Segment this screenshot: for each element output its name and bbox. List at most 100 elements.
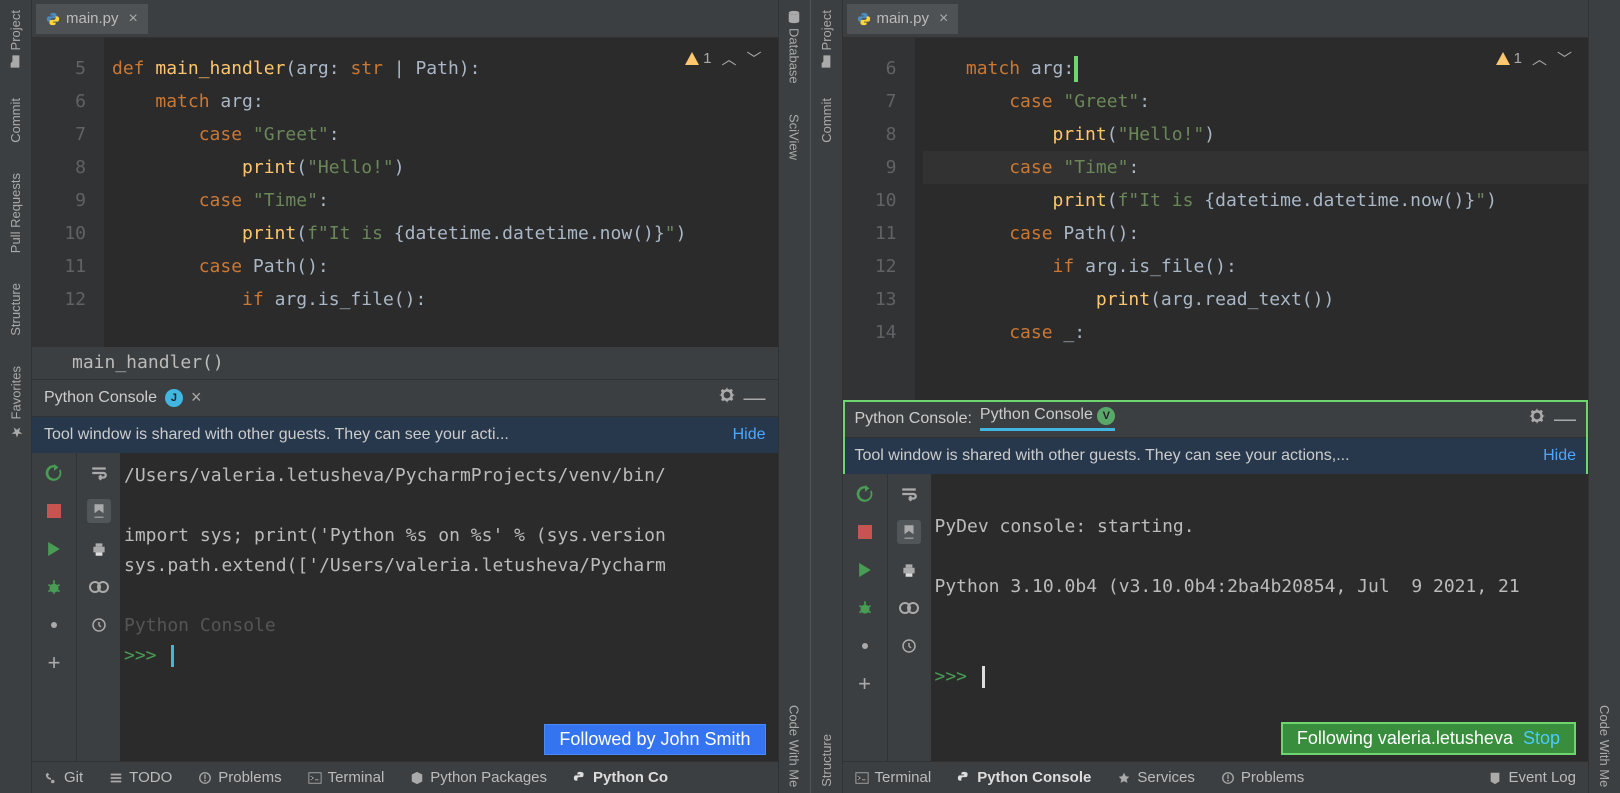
history-icon[interactable] [87,613,111,637]
code-area[interactable]: match arg: case "Greet": print("Hello!")… [915,38,1589,400]
tab-main-py[interactable]: main.py × [36,4,148,34]
gear-icon[interactable] [1528,407,1546,430]
commit-tool[interactable]: Commit [8,92,23,149]
code-area[interactable]: def main_handler(arg: str | Path): match… [104,38,778,347]
console-output[interactable]: PyDev console: starting. Python 3.10.0b4… [931,474,1589,762]
warnings-indicator[interactable]: 1 [684,50,711,67]
right-tool-rail: Code With Me [1588,0,1620,793]
python-icon [46,12,60,26]
next-highlight-icon[interactable]: ﹀ [1557,48,1572,69]
close-icon[interactable]: × [191,387,202,408]
followed-by-chip[interactable]: Followed by John Smith [544,724,765,755]
run-icon[interactable] [42,537,66,561]
soft-wrap-icon[interactable] [897,482,921,506]
database-tool[interactable]: Database [787,4,802,90]
close-icon[interactable]: × [129,10,138,28]
console-body: + /Users/valeria.letusheva/PycharmProjec… [32,453,778,762]
line-gutter: 67891011121314 [843,38,915,400]
terminal-status[interactable]: Terminal [855,769,932,786]
toolwin-tab[interactable]: Python Console V [980,406,1115,431]
print-icon[interactable] [87,537,111,561]
packages-status[interactable]: Python Packages [410,769,547,786]
soft-wrap-icon[interactable] [87,461,111,485]
editor-tabbar: main.py × [32,0,778,38]
console-body: + PyDev console: starting. Python 3.10.0… [843,474,1589,762]
hide-link[interactable]: Hide [733,426,766,444]
add-icon[interactable]: + [42,651,66,675]
rerun-icon[interactable] [42,461,66,485]
console-output[interactable]: /Users/valeria.letusheva/PycharmProjects… [120,453,778,762]
left-tool-rail: Project Commit Structure [811,0,843,793]
stop-icon[interactable] [853,520,877,544]
minimize-icon[interactable]: — [744,385,766,411]
console-action-toolbar [76,453,120,762]
right-tool-rail: Database SciView Code With Me [778,0,810,793]
shared-banner: Tool window is shared with other guests.… [843,438,1589,474]
console-action-toolbar [887,474,931,762]
show-vars-icon[interactable] [87,575,111,599]
line-gutter: 56789101112 [32,38,104,347]
settings-icon[interactable] [42,613,66,637]
code-with-me-tool[interactable]: Code With Me [787,699,802,793]
toolwin-title: Python Console [44,389,157,407]
code-with-me-tool[interactable]: Code With Me [1597,699,1612,793]
hide-link[interactable]: Hide [1543,447,1576,465]
commit-tool[interactable]: Commit [819,92,834,149]
guest-badge-v: V [1097,407,1115,425]
structure-tool[interactable]: Structure [8,277,23,342]
guest-badge-j: J [165,389,183,407]
project-tool[interactable]: Project [8,4,23,74]
stop-following-link[interactable]: Stop [1523,728,1560,749]
following-chip[interactable]: Following valeria.letusheva Stop [1281,722,1576,755]
tab-main-py[interactable]: main.py × [847,4,959,34]
problems-status[interactable]: Problems [198,769,281,786]
print-icon[interactable] [897,558,921,582]
next-highlight-icon[interactable]: ﹀ [746,48,761,69]
tab-label: main.py [877,10,930,27]
code-editor[interactable]: 56789101112 def main_handler(arg: str | … [32,38,778,347]
stop-icon[interactable] [42,499,66,523]
tab-label: main.py [66,10,119,27]
breadcrumb[interactable]: main_handler() [32,347,778,379]
project-tool[interactable]: Project [819,4,834,74]
close-icon[interactable]: × [939,10,948,28]
minimize-icon[interactable]: — [1554,406,1576,432]
python-icon [857,12,871,26]
status-bar: Terminal Python Console Services Problem… [843,761,1589,793]
todo-status[interactable]: TODO [109,769,172,786]
code-editor[interactable]: 67891011121314 match arg: case "Greet": … [843,38,1589,400]
git-status[interactable]: Git [44,769,83,786]
shared-banner: Tool window is shared with other guests.… [32,417,778,453]
pyconsole-status[interactable]: Python Console [957,769,1091,786]
rerun-icon[interactable] [853,482,877,506]
scroll-end-icon[interactable] [87,499,111,523]
favorites-tool[interactable]: ★Favorites [8,360,24,445]
eventlog-status[interactable]: Event Log [1488,769,1576,786]
toolwin-header: Python Console J × — [32,379,778,417]
terminal-status[interactable]: Terminal [308,769,385,786]
add-icon[interactable]: + [853,672,877,696]
prev-highlight-icon[interactable]: ︿ [1532,48,1547,69]
show-vars-icon[interactable] [897,596,921,620]
status-bar: Git TODO Problems Terminal Python Packag… [32,761,778,793]
gear-icon[interactable] [718,386,736,409]
editor-tabbar: main.py × [843,0,1589,38]
run-icon[interactable] [853,558,877,582]
problems-status[interactable]: Problems [1221,769,1304,786]
debug-icon[interactable] [42,575,66,599]
scroll-end-icon[interactable] [897,520,921,544]
toolwin-header: Python Console: Python Console V — [843,400,1589,438]
sciview-tool[interactable]: SciView [787,108,802,166]
console-run-toolbar: + [32,453,76,762]
debug-icon[interactable] [853,596,877,620]
history-icon[interactable] [897,634,921,658]
settings-icon[interactable] [853,634,877,658]
prev-highlight-icon[interactable]: ︿ [721,48,736,69]
console-run-toolbar: + [843,474,887,762]
toolwin-title: Python Console: [855,410,972,428]
warnings-indicator[interactable]: 1 [1495,50,1522,67]
pyconsole-status[interactable]: Python Co [573,769,668,786]
services-status[interactable]: Services [1117,769,1195,786]
pull-requests-tool[interactable]: Pull Requests [8,167,23,259]
structure-tool[interactable]: Structure [819,728,834,793]
